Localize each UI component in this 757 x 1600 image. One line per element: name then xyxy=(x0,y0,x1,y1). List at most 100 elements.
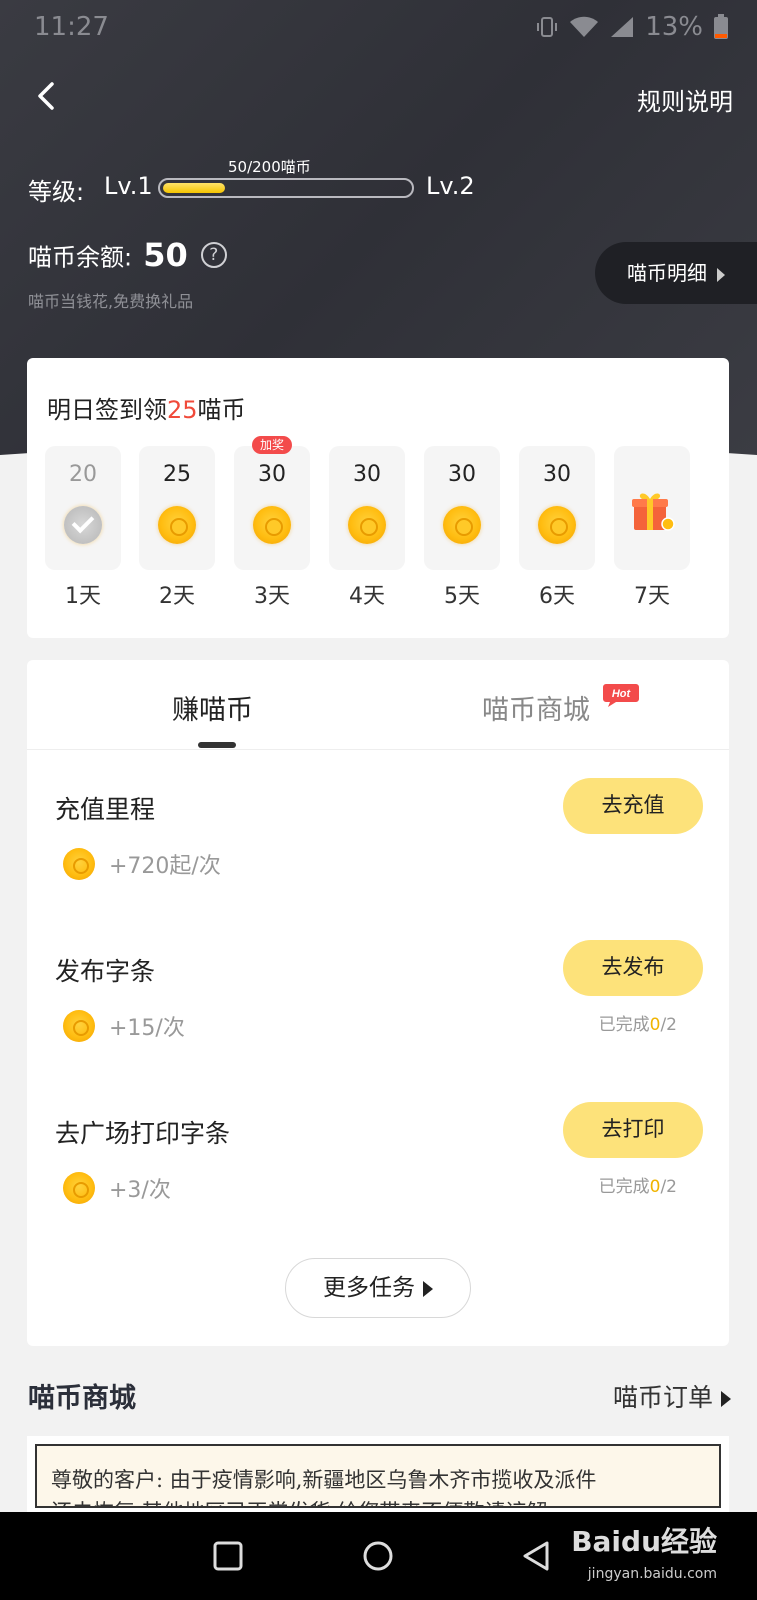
balance-value: 50 xyxy=(143,236,188,274)
task-publish-note: 发布字条 +15/次 去发布 已完成0/2 xyxy=(27,940,729,1102)
task-reward: +720起/次 xyxy=(109,854,221,879)
hot-badge-icon: Hot xyxy=(603,684,639,707)
level-next: Lv.2 xyxy=(426,172,475,200)
back-icon[interactable] xyxy=(28,76,68,116)
day-value: 30 xyxy=(543,462,571,487)
task-print-note: 去广场打印字条 +3/次 去打印 已完成0/2 xyxy=(27,1102,729,1264)
signin-day-2[interactable]: 25 2天 xyxy=(139,446,215,609)
more-tasks-button[interactable]: 更多任务 xyxy=(285,1258,471,1318)
day-value: 30 xyxy=(353,462,381,487)
gift-icon xyxy=(632,493,675,531)
coin-icon xyxy=(63,848,95,880)
tab-earn-coins[interactable]: 赚喵币 xyxy=(172,688,253,727)
tasks-card: 赚喵币 喵币商城 Hot 充值里程 +720起/次 去充值 发布字条 +15/次… xyxy=(27,660,729,1346)
signin-day-1[interactable]: 20 1天 xyxy=(45,446,121,609)
coin-icon xyxy=(253,506,291,544)
active-tab-indicator xyxy=(198,742,236,748)
battery-percent: 13% xyxy=(645,12,703,42)
signin-day-3[interactable]: 加奖 30 3天 xyxy=(234,436,310,609)
day-label: 3天 xyxy=(254,584,290,609)
system-nav-bar: Baidu经验 jingyan.baidu.com xyxy=(0,1512,757,1600)
signin-title: 明日签到领25喵币 xyxy=(47,390,246,425)
tab-bar: 赚喵币 喵币商城 Hot xyxy=(27,660,729,750)
signin-day-6[interactable]: 30 6天 xyxy=(519,446,595,609)
coin-orders-label: 喵币订单 xyxy=(612,1383,713,1412)
level-progress-fill xyxy=(163,183,225,193)
day-box: 25 xyxy=(139,446,215,570)
status-time: 11:27 xyxy=(34,12,109,42)
level-row: 等级: Lv.1 50/200喵币 Lv.2 xyxy=(28,158,508,208)
coin-icon xyxy=(63,1172,95,1204)
recent-apps-icon[interactable] xyxy=(212,1540,244,1572)
back-nav-icon[interactable] xyxy=(520,1540,552,1572)
day-label: 7天 xyxy=(634,584,670,609)
mall-section-title: 喵币商城 xyxy=(28,1383,136,1414)
signin-title-prefix: 明日签到领 xyxy=(47,396,167,424)
day-label: 2天 xyxy=(159,584,195,609)
day-box xyxy=(614,446,690,570)
chevron-right-icon xyxy=(717,267,725,282)
rules-link[interactable]: 规则说明 xyxy=(637,82,733,117)
level-label: 等级: xyxy=(28,178,85,206)
status-bar: 11:27 13% xyxy=(0,0,757,56)
day-value: 30 xyxy=(448,462,476,487)
watermark-brand: Baidu经验 xyxy=(571,1525,717,1558)
signin-day-7[interactable]: 7天 xyxy=(614,446,690,609)
day-value: 25 xyxy=(163,462,191,487)
signin-day-4[interactable]: 30 4天 xyxy=(329,446,405,609)
day-box: 加奖 30 xyxy=(234,436,310,570)
task-reward: +15/次 xyxy=(109,1016,185,1041)
signin-title-amount: 25 xyxy=(167,396,198,424)
signin-day-5[interactable]: 30 5天 xyxy=(424,446,500,609)
task-title: 去广场打印字条 xyxy=(55,1119,231,1148)
status-icons: 13% xyxy=(535,12,729,42)
signal-icon xyxy=(611,17,634,37)
day-label: 1天 xyxy=(65,584,101,609)
coin-icon xyxy=(63,1010,95,1042)
progress-total: /2 xyxy=(660,1177,677,1197)
level-progress-text: 50/200喵币 xyxy=(228,158,311,176)
signin-days: 20 1天 25 2天 加奖 30 3天 30 4天 30 5天 30 6天 7… xyxy=(45,436,715,616)
progress-prefix: 已完成 xyxy=(598,1015,650,1035)
progress-total: /2 xyxy=(660,1015,677,1035)
signin-title-suffix: 喵币 xyxy=(197,396,246,424)
tab-coin-mall[interactable]: 喵币商城 xyxy=(482,688,590,727)
day-value: 20 xyxy=(69,462,97,487)
task-recharge: 充值里程 +720起/次 去充值 xyxy=(27,778,729,940)
recharge-button[interactable]: 去充值 xyxy=(563,778,703,834)
wifi-icon xyxy=(570,16,599,37)
level-current: Lv.1 xyxy=(104,172,153,200)
task-title: 发布字条 xyxy=(55,957,156,986)
print-button[interactable]: 去打印 xyxy=(563,1102,703,1158)
task-progress: 已完成0/2 xyxy=(599,1010,677,1035)
help-icon[interactable]: ? xyxy=(200,242,227,268)
notice-line-1: 尊敬的客户: 由于疫情影响,新疆地区乌鲁木齐市揽收及派件 xyxy=(51,1468,597,1492)
publish-button[interactable]: 去发布 xyxy=(563,940,703,996)
day-box: 20 xyxy=(45,446,121,570)
coin-detail-label: 喵币明细 xyxy=(627,261,707,285)
level-progress-bar xyxy=(158,178,414,198)
task-title: 充值里程 xyxy=(55,795,156,824)
triangle-right-icon xyxy=(423,1280,433,1297)
balance-subtitle: 喵币当钱花,免费换礼品 xyxy=(28,292,194,311)
bonus-tag: 加奖 xyxy=(252,436,292,454)
notice-text: 尊敬的客户: 由于疫情影响,新疆地区乌鲁木齐市揽收及派件 还未恢复,其他地区已正… xyxy=(35,1444,721,1508)
coin-icon xyxy=(443,506,481,544)
progress-prefix: 已完成 xyxy=(598,1177,650,1197)
notice-line-2: 还未恢复,其他地区已正常发货,给您带来不便敬请谅解 xyxy=(51,1496,705,1506)
coin-orders-link[interactable]: 喵币订单 xyxy=(613,1378,731,1414)
notice-banner: 尊敬的客户: 由于疫情影响,新疆地区乌鲁木齐市揽收及派件 还未恢复,其他地区已正… xyxy=(27,1436,729,1516)
day-label: 6天 xyxy=(539,584,575,609)
more-tasks-label: 更多任务 xyxy=(323,1275,415,1301)
day-box: 30 xyxy=(519,446,595,570)
coin-detail-button[interactable]: 喵币明细 xyxy=(595,242,757,304)
day-value: 30 xyxy=(258,462,286,487)
home-icon[interactable] xyxy=(362,1540,394,1572)
day-box: 30 xyxy=(424,446,500,570)
balance-row: 喵币余额: 50 ? xyxy=(28,236,227,274)
coin-icon xyxy=(348,506,386,544)
day-box: 30 xyxy=(329,446,405,570)
watermark-url: jingyan.baidu.com xyxy=(587,1566,717,1582)
progress-done: 0 xyxy=(649,1015,661,1035)
coin-icon xyxy=(538,506,576,544)
